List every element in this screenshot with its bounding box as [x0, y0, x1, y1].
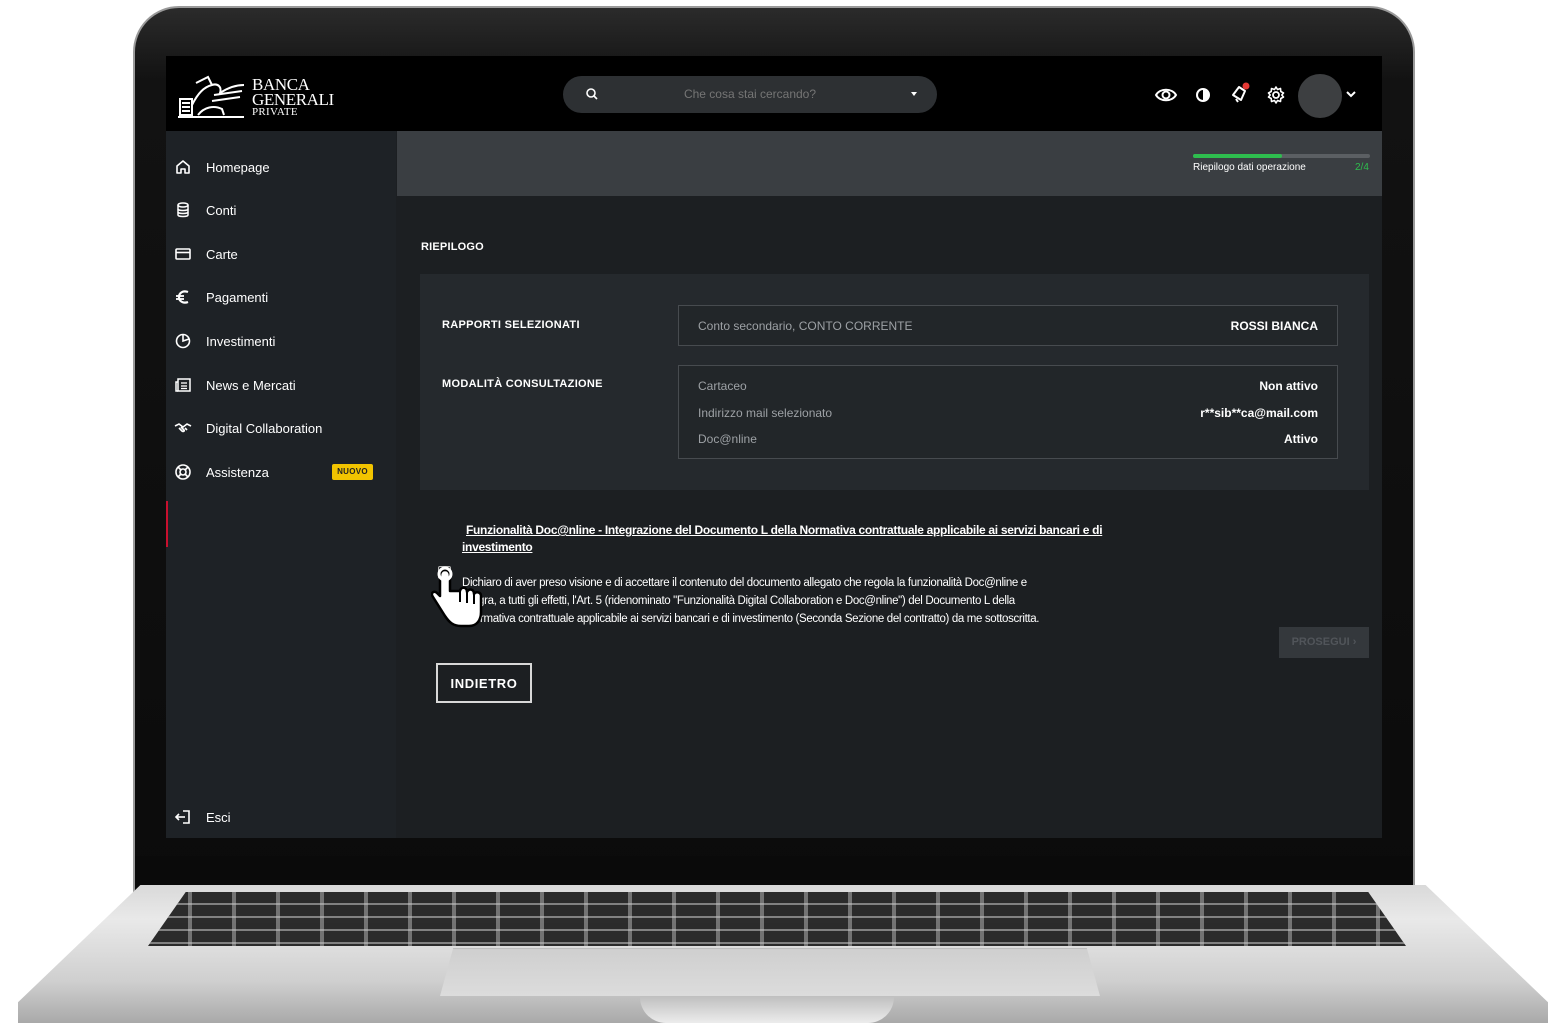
- lion-logo-icon: [178, 75, 245, 118]
- kv-value: Attivo: [1284, 432, 1318, 446]
- progress-bar-fill: [1193, 154, 1282, 158]
- consent-line-2: egra, a tutti gli effetti, l'Art. 5 (rid…: [472, 595, 1015, 607]
- document-link[interactable]: Funzionalità Doc@nline - Integrazione de…: [462, 522, 1122, 556]
- card-icon: [175, 248, 191, 260]
- home-icon: [176, 160, 190, 174]
- euro-icon: [176, 290, 189, 304]
- top-bar: BANCA GENERALI PRIVATE: [166, 56, 1382, 131]
- consent-text: Dichiaro di aver preso visione e di acce…: [462, 574, 1102, 628]
- sidebar-item-label: Homepage: [206, 160, 270, 175]
- summary-card: RAPPORTI SELEZIONATI Conto secondario, C…: [420, 274, 1369, 490]
- sidebar-item-assistenza[interactable]: Assistenza NUOVO: [166, 463, 396, 503]
- app-screen: BANCA GENERALI PRIVATE Che cosa stai cer…: [166, 56, 1382, 838]
- account-name: Conto secondario, CONTO CORRENTE: [698, 319, 913, 333]
- modalita-label: MODALITÀ CONSULTAZIONE: [442, 378, 603, 390]
- progress-header: Riepilogo dati operazione 2/4: [397, 131, 1382, 196]
- hand-pointer-cursor-icon: [431, 566, 483, 628]
- kv-value: r**sib**ca@mail.com: [1200, 406, 1318, 420]
- lifebuoy-icon: [175, 464, 191, 480]
- pie-chart-icon: [175, 333, 191, 349]
- indietro-button[interactable]: INDIETRO: [436, 663, 532, 703]
- chevron-down-icon[interactable]: [1346, 89, 1356, 99]
- new-badge: NUOVO: [332, 464, 373, 480]
- sidebar-item-label: Investimenti: [206, 334, 276, 349]
- progress-bar: [1193, 154, 1370, 158]
- logout-icon: [174, 810, 190, 824]
- sidebar-item-carte[interactable]: Carte: [166, 245, 396, 285]
- logout-label: Esci: [206, 810, 231, 825]
- laptop-trackpad: [440, 948, 1100, 996]
- sidebar-item-label: Carte: [206, 247, 238, 262]
- accounts-icon: [177, 202, 189, 218]
- sidebar-item-digital-collaboration[interactable]: Digital Collaboration: [166, 419, 396, 459]
- progress-step: 2/4: [1355, 162, 1369, 173]
- search-bar[interactable]: [563, 76, 937, 113]
- document-link-line-1[interactable]: Funzionalità Doc@nline - Integrazione de…: [462, 523, 1103, 537]
- search-input[interactable]: [563, 87, 937, 101]
- sidebar-item-news-e-mercati[interactable]: News e Mercati: [166, 376, 396, 416]
- kv-key: Doc@nline: [698, 432, 757, 446]
- sidebar-item-homepage[interactable]: Homepage: [166, 158, 396, 198]
- sidebar-item-label: Conti: [206, 203, 237, 218]
- account-holder: ROSSI BIANCA: [1230, 319, 1318, 333]
- kv-key: Indirizzo mail selezionato: [698, 406, 833, 420]
- chevron-down-icon[interactable]: [911, 92, 917, 96]
- sidebar-item-investimenti[interactable]: Investimenti: [166, 332, 396, 372]
- consent-line-3: rmativa contrattuale applicabile ai serv…: [480, 613, 1040, 625]
- kv-value: Non attivo: [1259, 379, 1318, 393]
- notifications-icon[interactable]: [1228, 81, 1252, 105]
- brand-line-2: GENERALI: [252, 90, 334, 109]
- sidebar: Homepage Conti Carte Pagamenti Investime…: [166, 131, 396, 838]
- news-icon: [175, 378, 191, 392]
- settings-icon[interactable]: [1266, 83, 1286, 107]
- document-link-line-2[interactable]: investimento: [462, 540, 533, 554]
- consent-line-1: Dichiaro di aver preso visione e di acce…: [462, 577, 1027, 589]
- laptop-keyboard-rows: [148, 892, 1406, 946]
- sidebar-item-label: Digital Collaboration: [206, 421, 323, 436]
- kv-key: Cartaceo: [698, 379, 747, 393]
- modalita-box: Cartaceo Non attivo Indirizzo mail selez…: [678, 365, 1338, 459]
- contrast-icon[interactable]: [1195, 83, 1211, 107]
- laptop-bezel-bottom: [135, 856, 1413, 890]
- sidebar-item-label: News e Mercati: [206, 378, 296, 393]
- handshake-icon: [174, 423, 192, 433]
- brand-logo[interactable]: BANCA GENERALI PRIVATE: [174, 75, 334, 121]
- eye-icon[interactable]: [1154, 83, 1178, 107]
- page-title: RIEPILOGO: [421, 241, 484, 253]
- active-indicator: [166, 501, 168, 547]
- progress-label: Riepilogo dati operazione: [1193, 162, 1306, 173]
- rapporti-box: Conto secondario, CONTO CORRENTE ROSSI B…: [678, 305, 1338, 346]
- sidebar-item-label: Pagamenti: [206, 290, 269, 305]
- logout-button[interactable]: Esci: [166, 808, 396, 838]
- sidebar-item-conti[interactable]: Conti: [166, 201, 396, 241]
- rapporti-label: RAPPORTI SELEZIONATI: [442, 319, 580, 331]
- avatar[interactable]: [1298, 74, 1342, 118]
- laptop-notch: [640, 996, 894, 1023]
- sidebar-item-pagamenti[interactable]: Pagamenti: [166, 288, 396, 328]
- prosegui-button[interactable]: PROSEGUI ›: [1279, 627, 1369, 658]
- sidebar-item-label: Assistenza: [206, 465, 269, 480]
